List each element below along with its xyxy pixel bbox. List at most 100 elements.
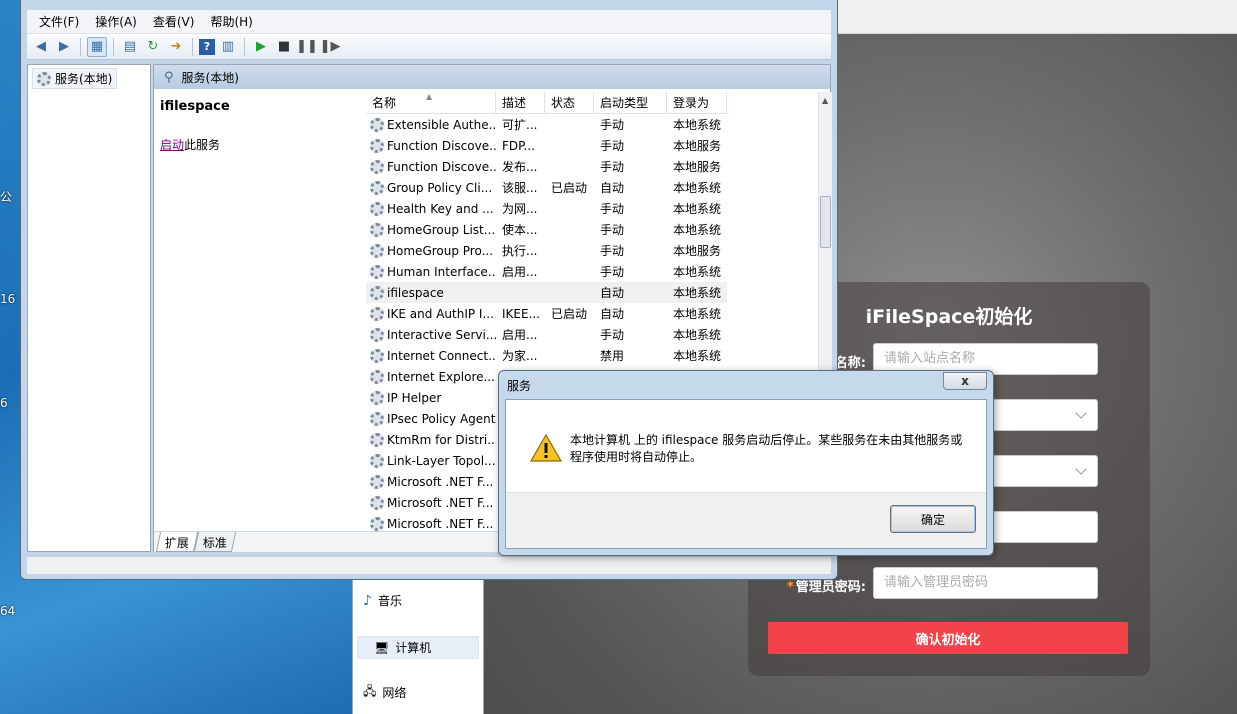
tree-item-label: 服务(本地): [55, 72, 113, 86]
pause-service-icon[interactable]: ❚❚: [296, 37, 318, 57]
gear-icon: [370, 285, 384, 300]
toolbar-separator: [244, 37, 245, 56]
scroll-up-icon[interactable]: ▲: [822, 96, 828, 105]
restart-service-icon[interactable]: ❚▶: [320, 37, 341, 57]
view-icon[interactable]: ▥: [218, 37, 238, 57]
gear-icon: [37, 71, 51, 86]
cell-name: KtmRm for Distri...: [366, 432, 496, 447]
table-row[interactable]: IKE and AuthIP I... IKEE... 已启动 自动 本地系统: [366, 303, 727, 324]
export-icon[interactable]: ➜: [166, 37, 186, 57]
cell-desc: IKEE...: [502, 306, 541, 321]
music-icon: ♪: [363, 592, 372, 609]
cell-name: Extensible Authe...: [366, 117, 496, 132]
cell-name: HomeGroup Pro...: [366, 243, 496, 258]
network-icon: 🖧: [363, 684, 377, 698]
dialog-title: 服务: [507, 379, 532, 393]
cell-desc: 该服...: [502, 181, 538, 195]
scrollbar-thumb[interactable]: [820, 196, 831, 248]
table-row[interactable]: Health Key and ... 为网... 手动 本地系统: [366, 198, 727, 219]
table-row[interactable]: Group Policy Cli... 该服... 已启动 自动 本地系统: [366, 177, 727, 198]
cell-name-text: Microsoft .NET F...: [387, 474, 494, 489]
nav-item-computer[interactable]: 🖥 计算机: [357, 636, 479, 659]
forward-icon[interactable]: ▶: [54, 37, 74, 57]
list-header: 名称 ▲ 描述 状态 启动类型 登录为: [366, 92, 727, 114]
table-row[interactable]: HomeGroup Pro... 执行... 手动 本地服务: [366, 240, 727, 261]
cell-name-text: Health Key and ...: [387, 201, 494, 216]
gear-icon: [370, 264, 384, 279]
menu-view[interactable]: 查看(V): [145, 13, 203, 30]
back-icon[interactable]: ◀: [31, 37, 51, 57]
cell-name-text: Group Policy Cli...: [387, 180, 493, 195]
tree-item-services-local[interactable]: 服务(本地): [32, 68, 118, 89]
cell-name: Microsoft .NET F...: [366, 474, 496, 489]
start-service-icon[interactable]: ▶: [251, 37, 271, 57]
menu-file[interactable]: 文件(F): [31, 13, 87, 30]
status-bar: [27, 556, 831, 574]
gear-icon: [370, 138, 384, 153]
ok-button[interactable]: 确定: [890, 505, 976, 533]
cell-name: Link-Layer Topol...: [366, 453, 496, 468]
tab-extended[interactable]: 扩展: [155, 532, 199, 552]
cell-logon: 本地系统: [673, 202, 722, 216]
refresh-icon[interactable]: ↻: [143, 37, 163, 57]
table-row[interactable]: Extensible Authe... 可扩... 手动 本地系统: [366, 114, 727, 135]
cell-startup: 自动: [600, 307, 625, 321]
gear-icon: [370, 159, 384, 174]
cell-name-text: HomeGroup Pro...: [387, 243, 494, 258]
cell-desc: 执行...: [502, 244, 538, 258]
service-action-suffix: 此服务: [184, 138, 221, 152]
stop-service-icon[interactable]: ■: [274, 37, 294, 57]
cell-desc: 为家...: [502, 349, 538, 363]
admin-password-input[interactable]: 请输入管理员密码: [873, 567, 1098, 599]
cell-logon: 本地系统: [673, 265, 722, 279]
close-button[interactable]: x: [943, 372, 987, 390]
gear-icon: [370, 306, 384, 321]
browser-toolbar: [836, 0, 1237, 34]
desktop-icon-label[interactable]: 64: [0, 604, 15, 618]
cell-name: Microsoft .NET F...: [366, 516, 496, 531]
desktop-icon-label[interactable]: 公: [0, 188, 12, 205]
desktop-icon-label[interactable]: 16: [0, 292, 15, 306]
start-service-link[interactable]: 启动: [160, 138, 184, 152]
column-header-logon-as[interactable]: 登录为: [667, 92, 727, 114]
gear-icon: [370, 117, 384, 132]
help-icon[interactable]: ?: [199, 38, 215, 55]
tab-standard[interactable]: 标准: [193, 532, 237, 552]
column-header-description[interactable]: 描述: [496, 92, 545, 114]
gear-icon: [370, 390, 384, 405]
cell-status: 已启动: [551, 307, 588, 321]
table-row[interactable]: Human Interface... 启用... 手动 本地系统: [366, 261, 727, 282]
confirm-init-button[interactable]: 确认初始化: [768, 622, 1128, 654]
warning-icon: [530, 434, 562, 462]
column-header-name[interactable]: 名称 ▲: [366, 92, 496, 114]
menu-action[interactable]: 操作(A): [87, 13, 145, 30]
table-row[interactable]: Interactive Servi... 启用... 手动 本地系统: [366, 324, 727, 345]
gear-icon: [370, 495, 384, 510]
cell-name-text: IPsec Policy Agent: [387, 411, 496, 426]
service-error-dialog: 服务 x 本地计算机 上的 ifilespace 服务启动后停止。某些服务在未由…: [498, 370, 994, 556]
cell-name-text: Microsoft .NET F...: [387, 516, 494, 531]
table-row[interactable]: Internet Connect... 为家... 禁用 本地系统: [366, 345, 727, 366]
service-description-pane: ifilespace 启动此服务: [160, 99, 230, 153]
desktop-icon-label[interactable]: 6: [0, 396, 8, 410]
menu-help[interactable]: 帮助(H): [202, 13, 260, 30]
cell-name: Internet Connect...: [366, 348, 496, 363]
nav-item-music[interactable]: ♪ 音乐: [363, 592, 402, 609]
column-header-status[interactable]: 状态: [545, 92, 594, 114]
cell-name: Microsoft .NET F...: [366, 495, 496, 510]
table-row[interactable]: ifilespace 自动 本地系统: [366, 282, 727, 303]
cell-logon: 本地系统: [673, 223, 722, 237]
show-tree-icon[interactable]: ▦: [87, 36, 107, 57]
nav-item-network[interactable]: 🖧 网络: [363, 682, 406, 703]
cell-logon: 本地系统: [673, 328, 722, 342]
table-row[interactable]: HomeGroup List... 使本... 手动 本地系统: [366, 219, 727, 240]
table-row[interactable]: Function Discove... 发布... 手动 本地服务: [366, 156, 727, 177]
column-header-startup-type[interactable]: 启动类型: [594, 92, 667, 114]
table-row[interactable]: Function Discove... FDP... 手动 本地服务: [366, 135, 727, 156]
gear-icon: [370, 327, 384, 342]
dialog-footer: 确定: [506, 492, 986, 548]
gear-icon: [370, 348, 384, 363]
cell-name-text: Interactive Servi...: [387, 327, 496, 342]
panel-header: ⚲ 服务(本地): [154, 65, 830, 89]
properties-icon[interactable]: ▤: [120, 37, 140, 57]
